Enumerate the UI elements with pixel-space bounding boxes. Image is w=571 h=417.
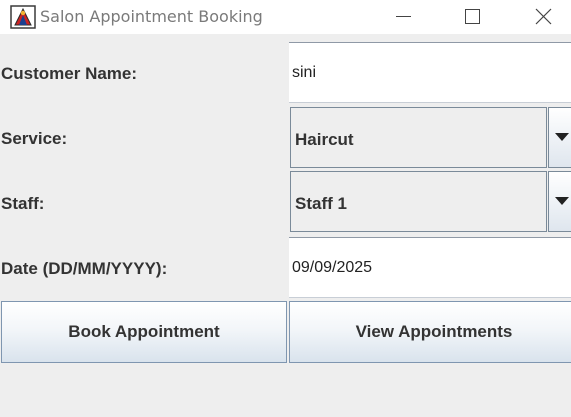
staff-select-display[interactable]: Staff 1 xyxy=(290,171,547,232)
view-appointments-button[interactable]: View Appointments xyxy=(289,301,571,363)
maximize-button[interactable] xyxy=(443,0,503,34)
date-label: Date (DD/MM/YYYY): xyxy=(1,259,168,278)
staff-dropdown[interactable]: Staff 1 xyxy=(289,170,571,233)
staff-selected-value: Staff 1 xyxy=(295,194,347,213)
service-dropdown-button[interactable] xyxy=(548,107,571,168)
title-bar: Salon Appointment Booking xyxy=(0,0,571,34)
service-dropdown[interactable]: Haircut xyxy=(289,106,571,169)
close-button[interactable] xyxy=(513,0,571,34)
chevron-down-icon xyxy=(555,197,569,205)
customer-name-label: Customer Name: xyxy=(1,64,138,83)
date-value: 09/09/2025 xyxy=(292,259,373,276)
service-label: Service: xyxy=(1,129,68,148)
minimize-button[interactable] xyxy=(373,0,433,34)
date-field[interactable]: 09/09/2025 xyxy=(289,237,571,298)
chevron-down-icon xyxy=(555,133,569,141)
book-appointment-button[interactable]: Book Appointment xyxy=(1,301,287,363)
minimize-icon xyxy=(396,16,411,17)
window-title: Salon Appointment Booking xyxy=(40,7,263,26)
close-icon xyxy=(535,8,552,25)
service-selected-value: Haircut xyxy=(295,130,354,149)
java-app-icon[interactable] xyxy=(10,5,36,29)
customer-name-value: sini xyxy=(292,64,317,81)
maximize-icon xyxy=(465,9,480,24)
staff-dropdown-button[interactable] xyxy=(548,171,571,232)
customer-name-field[interactable]: sini xyxy=(289,42,571,103)
staff-label: Staff: xyxy=(1,194,45,213)
service-select-display[interactable]: Haircut xyxy=(290,107,547,168)
